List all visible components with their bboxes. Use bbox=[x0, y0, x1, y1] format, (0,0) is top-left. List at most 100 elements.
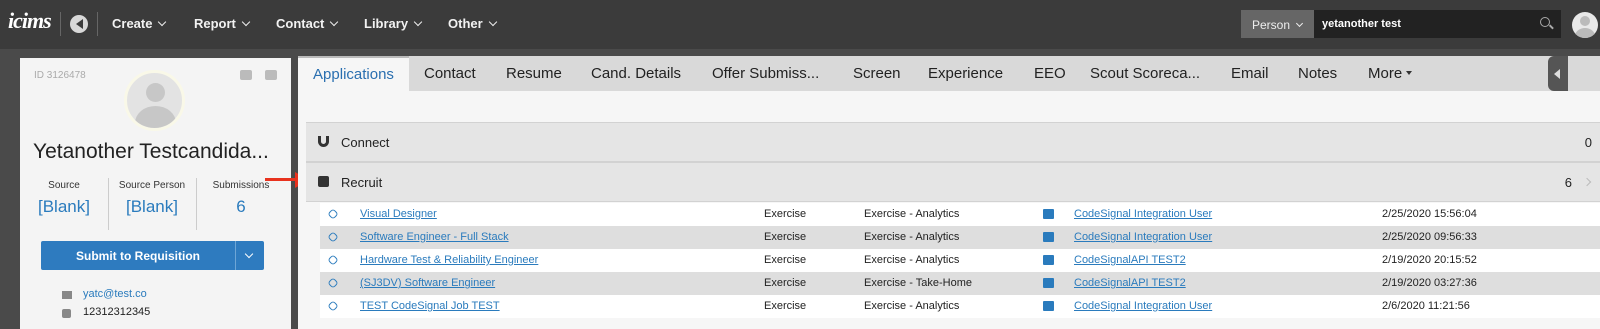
chevron-down-icon bbox=[330, 17, 339, 27]
updated-by-link[interactable]: CodeSignalAPI TEST2 bbox=[1074, 254, 1186, 266]
tab-email[interactable]: Email bbox=[1231, 56, 1269, 91]
nav-menu-report[interactable]: Report bbox=[194, 16, 251, 31]
profile-tab-bar: Applications Contact Resume Cand. Detail… bbox=[298, 56, 1600, 91]
chevron-down-icon bbox=[244, 249, 254, 259]
briefcase-icon bbox=[1043, 232, 1054, 242]
table-row[interactable]: TEST CodeSignal Job TEST Exercise Exerci… bbox=[320, 295, 1600, 318]
user-avatar[interactable] bbox=[1572, 12, 1598, 38]
stat-submissions: Submissions 6 bbox=[201, 180, 281, 217]
briefcase-icon bbox=[1043, 209, 1054, 219]
candidate-summary-panel: ID 3126478 Yetanother Testcandida... Sou… bbox=[20, 58, 291, 329]
tab-notes[interactable]: Notes bbox=[1298, 56, 1337, 91]
tab-cand-details[interactable]: Cand. Details bbox=[591, 56, 681, 91]
workflow-type: Exercise bbox=[764, 254, 807, 266]
job-title-link[interactable]: Software Engineer - Full Stack bbox=[360, 231, 509, 243]
stat-value[interactable]: [Blank] bbox=[28, 197, 100, 217]
briefcase-icon bbox=[1043, 301, 1054, 311]
tab-contact[interactable]: Contact bbox=[424, 56, 476, 91]
briefcase-icon bbox=[1043, 255, 1054, 265]
workflow-subtype: Exercise - Analytics bbox=[864, 231, 960, 243]
job-title-link[interactable]: TEST CodeSignal Job TEST bbox=[360, 300, 500, 312]
candidate-phone: 12312312345 bbox=[83, 306, 151, 318]
briefcase-icon bbox=[1043, 278, 1054, 288]
arrow-shaft bbox=[265, 178, 297, 181]
briefcase-icon bbox=[318, 176, 329, 187]
section-title: Recruit bbox=[341, 175, 383, 190]
dashboard-icon[interactable] bbox=[70, 15, 88, 33]
stat-value[interactable]: [Blank] bbox=[112, 197, 192, 217]
tab-scout-scorecard[interactable]: Scout Scoreca... bbox=[1090, 56, 1200, 91]
search-icon[interactable] bbox=[1540, 17, 1550, 27]
chevron-down-icon bbox=[241, 17, 251, 27]
job-title-link[interactable]: Hardware Test & Reliability Engineer bbox=[360, 254, 538, 266]
stat-source: Source [Blank] bbox=[28, 180, 100, 217]
workflow-subtype: Exercise - Take-Home bbox=[864, 277, 972, 289]
stat-value[interactable]: 6 bbox=[201, 197, 281, 217]
table-row[interactable]: Visual Designer Exercise Exercise - Anal… bbox=[320, 203, 1600, 226]
table-row[interactable]: (SJ3DV) Software Engineer Exercise Exerc… bbox=[320, 272, 1600, 295]
updated-date: 2/25/2020 15:56:04 bbox=[1382, 208, 1477, 220]
stat-source-person: Source Person [Blank] bbox=[112, 180, 192, 217]
tab-experience[interactable]: Experience bbox=[928, 56, 1003, 91]
workflow-type: Exercise bbox=[764, 300, 807, 312]
candidate-photo bbox=[124, 70, 185, 131]
envelope-icon bbox=[62, 291, 72, 299]
submit-options-dropdown[interactable] bbox=[235, 241, 264, 270]
search-scope-select[interactable]: Person bbox=[1241, 10, 1314, 38]
candidate-email[interactable]: yatc@test.co bbox=[83, 288, 147, 300]
nav-menu-contact[interactable]: Contact bbox=[276, 16, 339, 31]
phone-icon bbox=[62, 309, 71, 318]
nav-menu-other[interactable]: Other bbox=[448, 16, 497, 31]
updated-by-link[interactable]: CodeSignalAPI TEST2 bbox=[1074, 277, 1186, 289]
nav-divider bbox=[60, 12, 61, 36]
submit-to-requisition-button[interactable]: Submit to Requisition bbox=[41, 241, 235, 270]
nav-menu-create[interactable]: Create bbox=[112, 16, 167, 31]
updated-date: 2/19/2020 03:27:36 bbox=[1382, 277, 1477, 289]
section-recruit[interactable]: Recruit 6 bbox=[306, 162, 1600, 202]
updated-date: 2/6/2020 11:21:56 bbox=[1382, 300, 1470, 312]
tab-more[interactable]: More bbox=[1368, 56, 1413, 91]
link-icon bbox=[327, 254, 339, 266]
chevron-down-icon bbox=[158, 17, 167, 27]
caret-down-icon bbox=[1406, 71, 1413, 75]
tab-offer-submission[interactable]: Offer Submiss... bbox=[712, 56, 819, 91]
search-input[interactable]: yetanother test bbox=[1314, 10, 1561, 38]
updated-by-link[interactable]: CodeSignal Integration User bbox=[1074, 231, 1212, 243]
workflow-subtype: Exercise - Analytics bbox=[864, 254, 960, 266]
tab-applications[interactable]: Applications bbox=[298, 56, 409, 91]
email-icon[interactable] bbox=[240, 70, 252, 80]
workflow-type: Exercise bbox=[764, 277, 807, 289]
tab-resume[interactable]: Resume bbox=[506, 56, 562, 91]
section-count: 6 bbox=[1564, 175, 1572, 190]
link-icon bbox=[327, 277, 339, 289]
job-title-link[interactable]: (SJ3DV) Software Engineer bbox=[360, 277, 495, 289]
chevron-down-icon bbox=[1295, 19, 1304, 28]
nav-menu-library[interactable]: Library bbox=[364, 16, 423, 31]
table-row[interactable]: Hardware Test & Reliability Engineer Exe… bbox=[320, 249, 1600, 272]
section-title: Connect bbox=[341, 135, 390, 150]
collapse-panel-toggle[interactable] bbox=[1548, 56, 1568, 91]
updated-by-link[interactable]: CodeSignal Integration User bbox=[1074, 300, 1212, 312]
stat-label: Source bbox=[48, 180, 80, 191]
section-connect[interactable]: Connect 0 bbox=[306, 122, 1600, 162]
tab-eeo[interactable]: EEO bbox=[1034, 56, 1066, 91]
workflow-subtype: Exercise - Analytics bbox=[864, 300, 960, 312]
nav-divider bbox=[97, 12, 98, 36]
link-icon bbox=[327, 231, 339, 243]
job-title-link[interactable]: Visual Designer bbox=[360, 208, 437, 220]
link-icon bbox=[327, 208, 339, 220]
tab-screen[interactable]: Screen bbox=[853, 56, 901, 91]
table-row[interactable]: Software Engineer - Full Stack Exercise … bbox=[320, 226, 1600, 249]
stat-divider bbox=[108, 178, 109, 230]
candidate-id: ID 3126478 bbox=[34, 70, 86, 81]
chevron-right-icon[interactable] bbox=[1582, 177, 1592, 187]
icims-logo[interactable]: icims bbox=[8, 8, 52, 34]
print-icon[interactable] bbox=[265, 70, 277, 80]
updated-by-link[interactable]: CodeSignal Integration User bbox=[1074, 208, 1212, 220]
chevron-down-icon bbox=[413, 17, 423, 27]
section-count: 0 bbox=[1584, 135, 1592, 150]
updated-date: 2/19/2020 20:15:52 bbox=[1382, 254, 1477, 266]
workflow-subtype: Exercise - Analytics bbox=[864, 208, 960, 220]
stat-divider bbox=[196, 178, 197, 230]
chevron-down-icon bbox=[488, 17, 497, 27]
